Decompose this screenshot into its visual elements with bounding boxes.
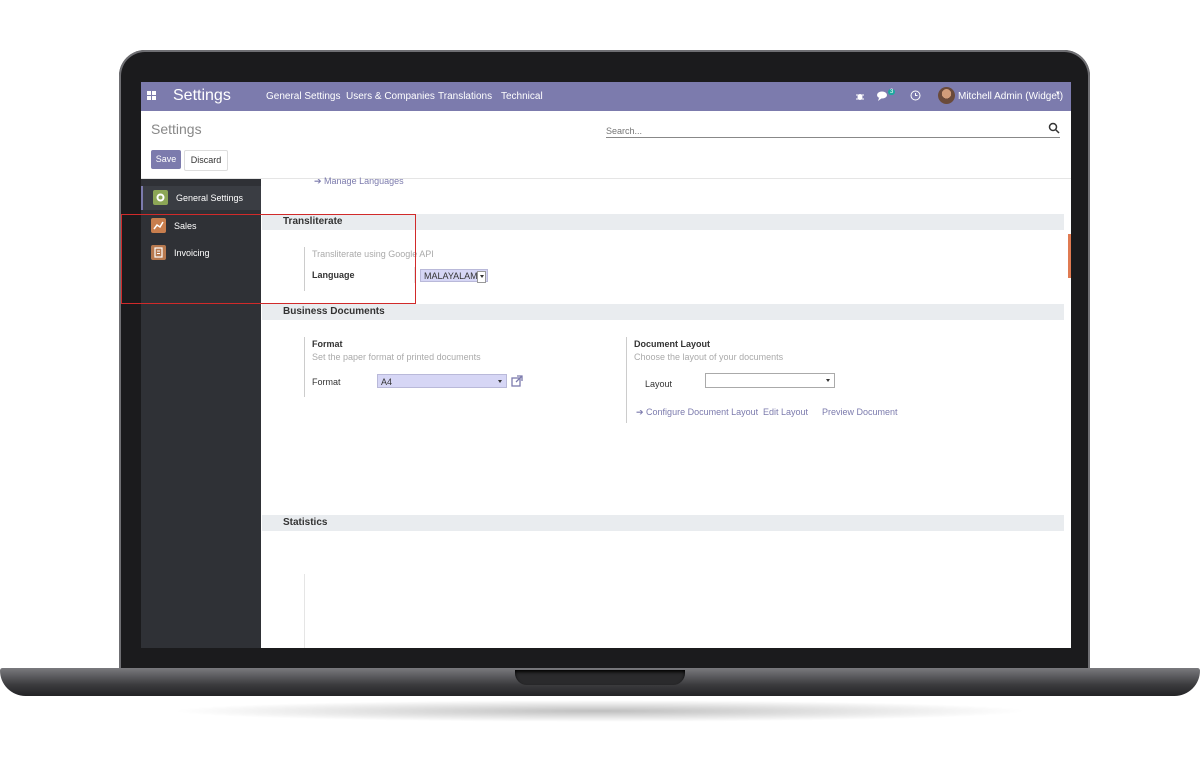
setting-divider — [304, 337, 305, 397]
user-menu[interactable]: Mitchell Admin (Widget) — [958, 91, 1063, 102]
sidebar-item-general-settings[interactable]: General Settings — [141, 186, 263, 210]
laptop-shadow — [170, 700, 1030, 722]
debug-bug-icon[interactable] — [855, 91, 865, 101]
sidebar-item-label: General Settings — [176, 193, 244, 203]
user-menu-caret-icon[interactable]: ▾ — [1056, 89, 1060, 97]
format-label: Format — [312, 377, 341, 387]
section-title-statistics: Statistics — [262, 515, 1064, 531]
menu-users-companies[interactable]: Users & Companies — [346, 91, 435, 102]
format-title: Format — [312, 339, 343, 349]
setting-divider — [626, 337, 627, 423]
configure-document-layout-link[interactable]: ➔ Configure Document Layout — [636, 407, 758, 418]
clock-icon[interactable] — [910, 90, 921, 101]
transliterate-highlight-box — [121, 214, 416, 304]
layout-label: Layout — [645, 379, 673, 389]
app-title: Settings — [173, 87, 231, 104]
section-title-business-documents: Business Documents — [262, 304, 1064, 320]
screen: Settings General Settings Users & Compan… — [141, 82, 1071, 648]
manage-languages-link[interactable]: ➔ Manage Languages — [314, 176, 404, 187]
edit-layout-link[interactable]: Edit Layout — [763, 407, 808, 417]
preview-document-link[interactable]: Preview Document — [822, 407, 898, 417]
format-select[interactable]: A4 — [377, 374, 507, 388]
search-input[interactable] — [606, 126, 1026, 136]
external-link-icon[interactable] — [511, 375, 523, 387]
menu-translations[interactable]: Translations — [438, 91, 492, 102]
layout-select[interactable] — [705, 373, 835, 388]
apps-menu-icon[interactable] — [147, 91, 157, 101]
save-button[interactable]: Save — [151, 150, 181, 169]
menu-technical[interactable]: Technical — [501, 91, 543, 102]
discard-button[interactable]: Discard — [184, 150, 228, 171]
user-avatar[interactable] — [938, 87, 955, 104]
chevron-down-icon — [498, 380, 502, 383]
top-navbar: Settings General Settings Users & Compan… — [141, 82, 1071, 111]
document-layout-description: Choose the layout of your documents — [634, 352, 784, 362]
language-select-value: MALAYALAM — [424, 271, 478, 281]
format-select-value: A4 — [381, 377, 393, 387]
document-layout-title: Document Layout — [634, 339, 711, 349]
breadcrumb: Settings — [151, 121, 202, 137]
laptop-notch — [515, 670, 685, 685]
gear-icon — [153, 190, 168, 205]
setting-divider — [304, 574, 305, 648]
menu-general-settings[interactable]: General Settings — [266, 91, 341, 102]
language-select[interactable]: MALAYALAM — [420, 269, 488, 283]
chevron-down-icon — [826, 379, 830, 382]
search-bar[interactable] — [606, 121, 1060, 138]
chevron-down-icon[interactable] — [477, 271, 486, 283]
search-icon[interactable] — [1048, 122, 1060, 134]
format-description: Set the paper format of printed document… — [312, 352, 481, 362]
message-count-badge: 3 — [888, 89, 896, 95]
scrollbar-indicator[interactable] — [1068, 234, 1071, 278]
